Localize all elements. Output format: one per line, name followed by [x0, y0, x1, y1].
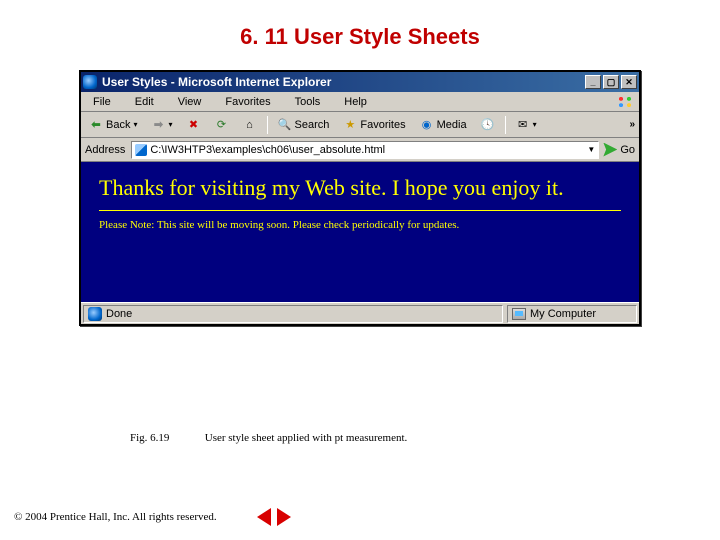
home-icon: ⌂: [243, 118, 257, 132]
copyright-text: © 2004 Prentice Hall, Inc. All rights re…: [14, 511, 217, 523]
go-button[interactable]: Go: [603, 143, 635, 157]
slide-title: 6. 11 User Style Sheets: [0, 0, 720, 70]
ie-icon: [88, 307, 102, 321]
close-button[interactable]: ✕: [621, 75, 637, 89]
refresh-button[interactable]: ⟳: [211, 117, 233, 133]
ie-icon: [83, 75, 97, 89]
separator: [505, 116, 506, 134]
menu-edit[interactable]: Edit: [123, 94, 166, 110]
forward-arrow-icon: ➡: [151, 118, 165, 132]
title-bar: User Styles - Microsoft Internet Explore…: [81, 72, 639, 92]
mail-icon: ✉: [516, 118, 530, 132]
menu-bar: File Edit View Favorites Tools Help: [81, 92, 639, 112]
status-bar: Done My Computer: [81, 302, 639, 324]
star-icon: ★: [343, 118, 357, 132]
home-button[interactable]: ⌂: [239, 117, 261, 133]
horizontal-rule: [99, 210, 621, 211]
address-bar: Address C:\IW3HTP3\examples\ch06\user_ab…: [81, 138, 639, 162]
minimize-button[interactable]: _: [585, 75, 601, 89]
history-icon: 🕓: [481, 118, 495, 132]
media-icon: ◉: [420, 118, 434, 132]
separator: [267, 116, 268, 134]
address-input[interactable]: C:\IW3HTP3\examples\ch06\user_absolute.h…: [131, 141, 599, 159]
toolbar: ⬅ Back ▾ ➡ ▾ ✖ ⟳ ⌂ 🔍 Search ★ Favorites …: [81, 112, 639, 138]
menu-tools[interactable]: Tools: [283, 94, 333, 110]
chevron-down-icon: ▾: [133, 120, 137, 129]
status-text: Done: [106, 308, 132, 320]
back-label: Back: [106, 119, 130, 131]
favorites-button[interactable]: ★ Favorites: [339, 117, 409, 133]
window-title: User Styles - Microsoft Internet Explore…: [102, 75, 331, 89]
favorites-label: Favorites: [360, 119, 405, 131]
slide-footer: © 2004 Prentice Hall, Inc. All rights re…: [14, 508, 291, 526]
menu-help[interactable]: Help: [332, 94, 379, 110]
history-button[interactable]: 🕓: [477, 117, 499, 133]
prev-slide-button[interactable]: [257, 508, 271, 526]
figure-number: Fig. 6.19: [130, 432, 202, 444]
status-left: Done: [83, 305, 503, 323]
stop-button[interactable]: ✖: [183, 117, 205, 133]
slide-nav: [257, 508, 291, 526]
zone-text: My Computer: [530, 308, 596, 320]
search-button[interactable]: 🔍 Search: [274, 117, 334, 133]
media-button[interactable]: ◉ Media: [416, 117, 471, 133]
menu-view[interactable]: View: [166, 94, 214, 110]
address-label: Address: [85, 144, 127, 156]
mail-button[interactable]: ✉▾: [512, 117, 541, 133]
media-label: Media: [437, 119, 467, 131]
stop-icon: ✖: [187, 118, 201, 132]
next-slide-button[interactable]: [277, 508, 291, 526]
page-note: Please Note: This site will be moving so…: [99, 219, 621, 231]
address-value: C:\IW3HTP3\examples\ch06\user_absolute.h…: [150, 144, 584, 156]
toolbar-overflow[interactable]: »: [629, 119, 635, 130]
page-icon: [135, 144, 147, 156]
refresh-icon: ⟳: [215, 118, 229, 132]
chevron-down-icon: ▾: [168, 120, 172, 129]
browser-window: User Styles - Microsoft Internet Explore…: [79, 70, 641, 326]
menu-favorites[interactable]: Favorites: [213, 94, 282, 110]
status-right: My Computer: [507, 305, 637, 323]
menu-file[interactable]: File: [81, 94, 123, 110]
go-label: Go: [620, 144, 635, 156]
page-viewport: Thanks for visiting my Web site. I hope …: [81, 162, 639, 302]
search-label: Search: [295, 119, 330, 131]
computer-icon: [512, 308, 526, 320]
back-button[interactable]: ⬅ Back ▾: [85, 117, 141, 133]
go-arrow-icon: [603, 143, 617, 157]
figure-text: User style sheet applied with pt measure…: [205, 432, 408, 444]
maximize-button[interactable]: ▢: [603, 75, 619, 89]
figure-caption: Fig. 6.19 User style sheet applied with …: [130, 432, 407, 444]
search-icon: 🔍: [278, 118, 292, 132]
back-arrow-icon: ⬅: [89, 118, 103, 132]
page-heading: Thanks for visiting my Web site. I hope …: [99, 174, 621, 202]
dropdown-icon[interactable]: ▼: [587, 145, 595, 154]
forward-button[interactable]: ➡ ▾: [147, 117, 176, 133]
windows-flag-icon: [615, 94, 635, 110]
